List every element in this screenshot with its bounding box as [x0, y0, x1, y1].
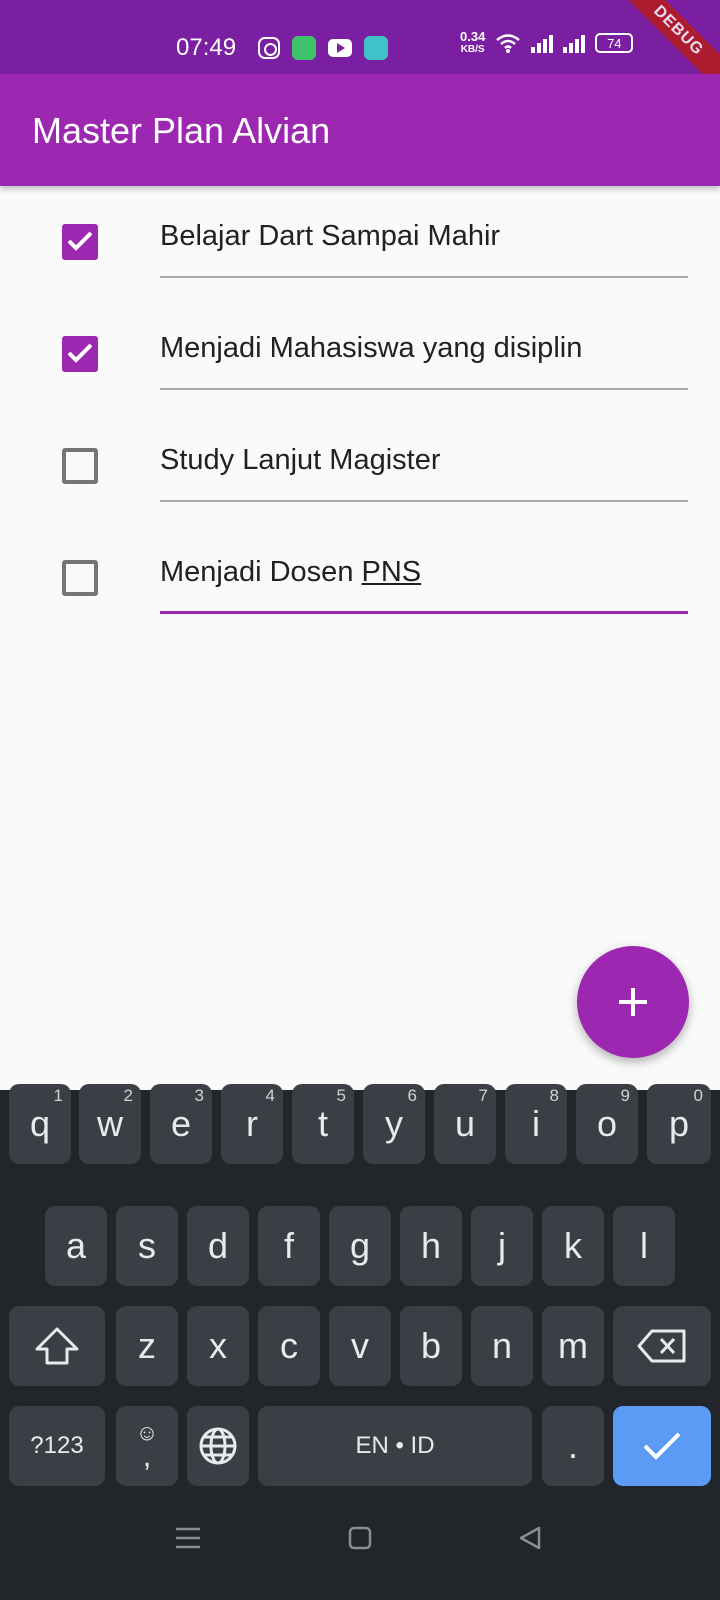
- key-h[interactable]: h: [400, 1206, 462, 1286]
- key-y[interactable]: y6: [363, 1084, 425, 1164]
- task-text: Study Lanjut Magister: [160, 444, 441, 476]
- key-i[interactable]: i8: [505, 1084, 567, 1164]
- backspace-key[interactable]: [613, 1306, 711, 1386]
- instagram-icon: [258, 37, 280, 59]
- key-p[interactable]: p0: [647, 1084, 711, 1164]
- symbols-key[interactable]: ?123: [9, 1406, 105, 1486]
- task-text-field[interactable]: Menjadi Mahasiswa yang disiplin: [160, 328, 688, 390]
- key-v[interactable]: v: [329, 1306, 391, 1386]
- key-l[interactable]: l: [613, 1206, 675, 1286]
- task-text-field-focused[interactable]: Menjadi Dosen PNS: [160, 552, 688, 614]
- key-w[interactable]: w2: [79, 1084, 141, 1164]
- key-s[interactable]: s: [116, 1206, 178, 1286]
- check-icon: [67, 343, 93, 363]
- status-indicators: 0.34 KB/S 74: [460, 29, 634, 56]
- check-icon: [67, 231, 93, 251]
- add-task-button[interactable]: [577, 946, 689, 1058]
- key-z[interactable]: z: [116, 1306, 178, 1386]
- shift-icon: [35, 1327, 79, 1365]
- key-b[interactable]: b: [400, 1306, 462, 1386]
- key-t[interactable]: t5: [292, 1084, 354, 1164]
- globe-icon: [199, 1427, 237, 1465]
- key-x[interactable]: x: [187, 1306, 249, 1386]
- signal-icon-2: [563, 33, 586, 53]
- task-checkbox[interactable]: [62, 336, 98, 372]
- back-icon[interactable]: [518, 1526, 542, 1550]
- home-icon[interactable]: [348, 1526, 372, 1550]
- list-item: Menjadi Dosen PNS: [0, 522, 720, 634]
- app-notification-icon: [292, 36, 316, 60]
- youtube-icon: [328, 39, 352, 57]
- chat-app-icon: [364, 36, 388, 60]
- list-item: Menjadi Mahasiswa yang disiplin: [0, 298, 720, 410]
- key-f[interactable]: f: [258, 1206, 320, 1286]
- task-checkbox[interactable]: [62, 224, 98, 260]
- network-speed: 0.34 KB/S: [460, 29, 486, 55]
- task-text: Menjadi Dosen PNS: [160, 556, 422, 588]
- check-icon: [643, 1432, 681, 1460]
- key-e[interactable]: e3: [150, 1084, 212, 1164]
- key-q[interactable]: q1: [9, 1084, 71, 1164]
- task-text: Menjadi Mahasiswa yang disiplin: [160, 332, 583, 364]
- key-r[interactable]: r4: [221, 1084, 283, 1164]
- composing-text: PNS: [361, 556, 422, 588]
- key-o[interactable]: o9: [576, 1084, 638, 1164]
- system-nav-bar: [0, 1500, 720, 1600]
- task-text-field[interactable]: Belajar Dart Sampai Mahir: [160, 216, 688, 278]
- battery-icon: 74: [595, 33, 634, 53]
- status-bar: 07:49 0.34 KB/S 74 DEBUG: [0, 0, 720, 104]
- task-checkbox[interactable]: [62, 560, 98, 596]
- task-text: Belajar Dart Sampai Mahir: [160, 220, 501, 252]
- wifi-icon: [496, 34, 521, 53]
- key-k[interactable]: k: [542, 1206, 604, 1286]
- signal-icon: [531, 33, 554, 53]
- space-bar[interactable]: EN • ID: [258, 1406, 532, 1486]
- menu-icon[interactable]: [175, 1526, 201, 1550]
- task-list: Belajar Dart Sampai Mahir Menjadi Mahasi…: [0, 186, 720, 634]
- plus-icon: [619, 988, 647, 1016]
- list-item: Belajar Dart Sampai Mahir: [0, 186, 720, 298]
- task-text-field[interactable]: Study Lanjut Magister: [160, 440, 688, 502]
- period-key[interactable]: .: [542, 1406, 604, 1486]
- shift-key[interactable]: [9, 1306, 105, 1386]
- task-checkbox[interactable]: [62, 448, 98, 484]
- backspace-icon: [637, 1329, 686, 1363]
- key-d[interactable]: d: [187, 1206, 249, 1286]
- list-item: Study Lanjut Magister: [0, 410, 720, 522]
- key-u[interactable]: u7: [434, 1084, 496, 1164]
- page-title: Master Plan Alvian: [32, 110, 331, 151]
- key-j[interactable]: j: [471, 1206, 533, 1286]
- notification-icons: [258, 36, 388, 60]
- done-key[interactable]: [613, 1406, 711, 1486]
- key-n[interactable]: n: [471, 1306, 533, 1386]
- language-key[interactable]: [187, 1406, 249, 1486]
- emoji-comma-key[interactable]: ☺ ,: [116, 1406, 178, 1486]
- key-g[interactable]: g: [329, 1206, 391, 1286]
- key-m[interactable]: m: [542, 1306, 604, 1386]
- key-c[interactable]: c: [258, 1306, 320, 1386]
- app-bar: Master Plan Alvian: [0, 74, 720, 186]
- key-a[interactable]: a: [45, 1206, 107, 1286]
- status-time: 07:49: [176, 34, 237, 61]
